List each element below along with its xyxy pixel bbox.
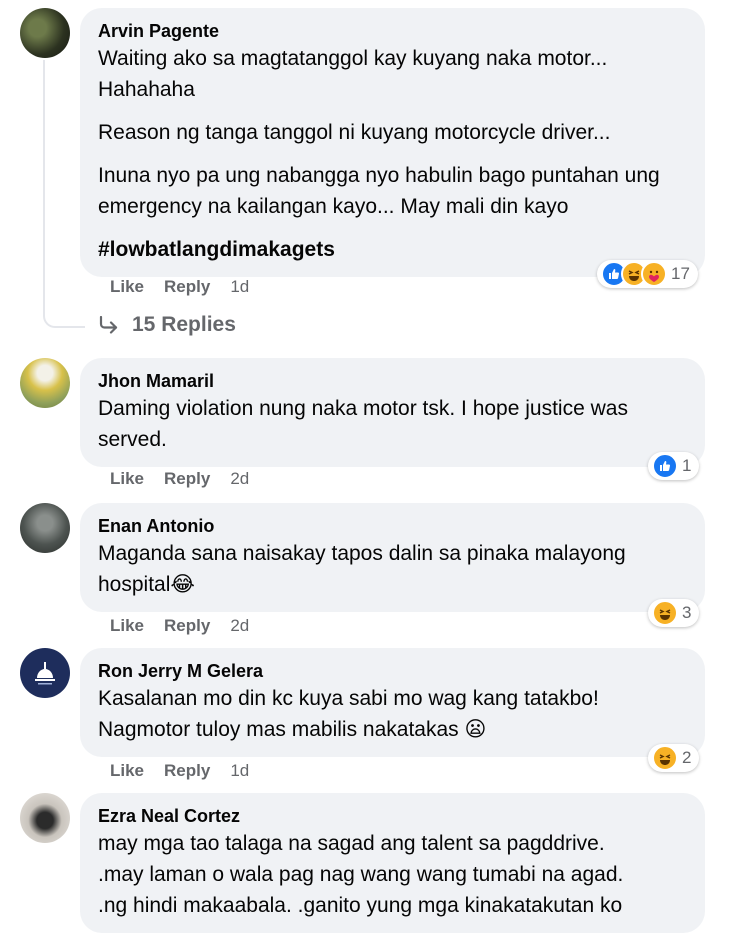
reaction-summary[interactable]: 1 bbox=[648, 452, 700, 480]
reaction-count: 1 bbox=[682, 456, 692, 475]
timestamp[interactable]: 2d bbox=[230, 616, 249, 636]
comment-text: Kasalanan mo din kc kuya sabi mo wag kan… bbox=[98, 687, 599, 741]
reaction-summary[interactable]: 2 bbox=[648, 744, 700, 772]
reply-button[interactable]: Reply bbox=[164, 616, 210, 636]
haha-icon bbox=[652, 745, 678, 771]
comment-bubble: Ezra Neal Cortez may mga tao talaga na s… bbox=[80, 793, 705, 933]
reaction-summary[interactable]: 17 bbox=[597, 260, 698, 288]
reply-button[interactable]: Reply bbox=[164, 761, 210, 781]
avatar[interactable] bbox=[20, 793, 70, 843]
like-icon bbox=[652, 453, 678, 479]
comment-paragraph: Waiting ako sa magtatanggol kay kuyang n… bbox=[98, 47, 608, 101]
logo-icon bbox=[35, 662, 55, 685]
reply-thread-line bbox=[43, 60, 85, 328]
timestamp[interactable]: 2d bbox=[230, 469, 249, 489]
comment-author[interactable]: Enan Antonio bbox=[98, 514, 687, 538]
hashtag-link[interactable]: #lowbatlangdimakagets bbox=[98, 234, 687, 265]
avatar[interactable] bbox=[20, 648, 70, 698]
comment-bubble: Arvin Pagente Waiting ako sa magtatanggo… bbox=[80, 8, 705, 277]
comment-paragraph: Reason ng tanga tanggol ni kuyang motorc… bbox=[98, 121, 611, 144]
care-icon bbox=[641, 261, 667, 287]
timestamp[interactable]: 1d bbox=[230, 277, 249, 297]
reply-button[interactable]: Reply bbox=[164, 469, 210, 489]
comment-bubble: Jhon Mamaril Daming violation nung naka … bbox=[80, 358, 705, 467]
comment-actions: Like Reply 2d bbox=[110, 616, 269, 636]
reply-arrow-icon bbox=[99, 316, 118, 334]
comment-author[interactable]: Arvin Pagente bbox=[98, 19, 687, 43]
replies-count[interactable]: 15 Replies bbox=[132, 313, 236, 337]
avatar[interactable] bbox=[20, 503, 70, 553]
avatar[interactable] bbox=[20, 358, 70, 408]
like-button[interactable]: Like bbox=[110, 277, 144, 297]
comment-paragraph: Inuna nyo pa ung nabangga nyo habulin ba… bbox=[98, 164, 660, 218]
comment-author[interactable]: Ron Jerry M Gelera bbox=[98, 659, 687, 683]
comment-author[interactable]: Jhon Mamaril bbox=[98, 369, 687, 393]
comment-actions: Like Reply 1d bbox=[110, 277, 269, 297]
like-button[interactable]: Like bbox=[110, 469, 144, 489]
comment-line: may mga tao talaga na sagad ang talent s… bbox=[98, 832, 605, 855]
comment-bubble: Enan Antonio Maganda sana naisakay tapos… bbox=[80, 503, 705, 612]
reaction-count: 2 bbox=[682, 748, 692, 767]
comment-bubble: Ron Jerry M Gelera Kasalanan mo din kc k… bbox=[80, 648, 705, 757]
comment-actions: Like Reply 2d bbox=[110, 469, 269, 489]
reply-button[interactable]: Reply bbox=[164, 277, 210, 297]
reaction-summary[interactable]: 3 bbox=[648, 599, 700, 627]
haha-icon bbox=[652, 600, 678, 626]
comment-text: Daming violation nung naka motor tsk. I … bbox=[98, 397, 628, 451]
avatar[interactable] bbox=[20, 8, 70, 58]
like-button[interactable]: Like bbox=[110, 616, 144, 636]
comment-author[interactable]: Ezra Neal Cortez bbox=[98, 804, 687, 828]
comment-actions: Like Reply 1d bbox=[110, 761, 269, 781]
timestamp[interactable]: 1d bbox=[230, 761, 249, 781]
comment-line: .may laman o wala pag nag wang wang tuma… bbox=[98, 863, 624, 886]
view-replies-link[interactable]: 15 Replies bbox=[98, 313, 236, 337]
like-button[interactable]: Like bbox=[110, 761, 144, 781]
reaction-count: 3 bbox=[682, 603, 692, 622]
comment-line: .ng hindi makaabala. .ganito yung mga ki… bbox=[98, 894, 623, 917]
reaction-count: 17 bbox=[671, 264, 690, 283]
comment-text: Maganda sana naisakay tapos dalin sa pin… bbox=[98, 542, 626, 596]
